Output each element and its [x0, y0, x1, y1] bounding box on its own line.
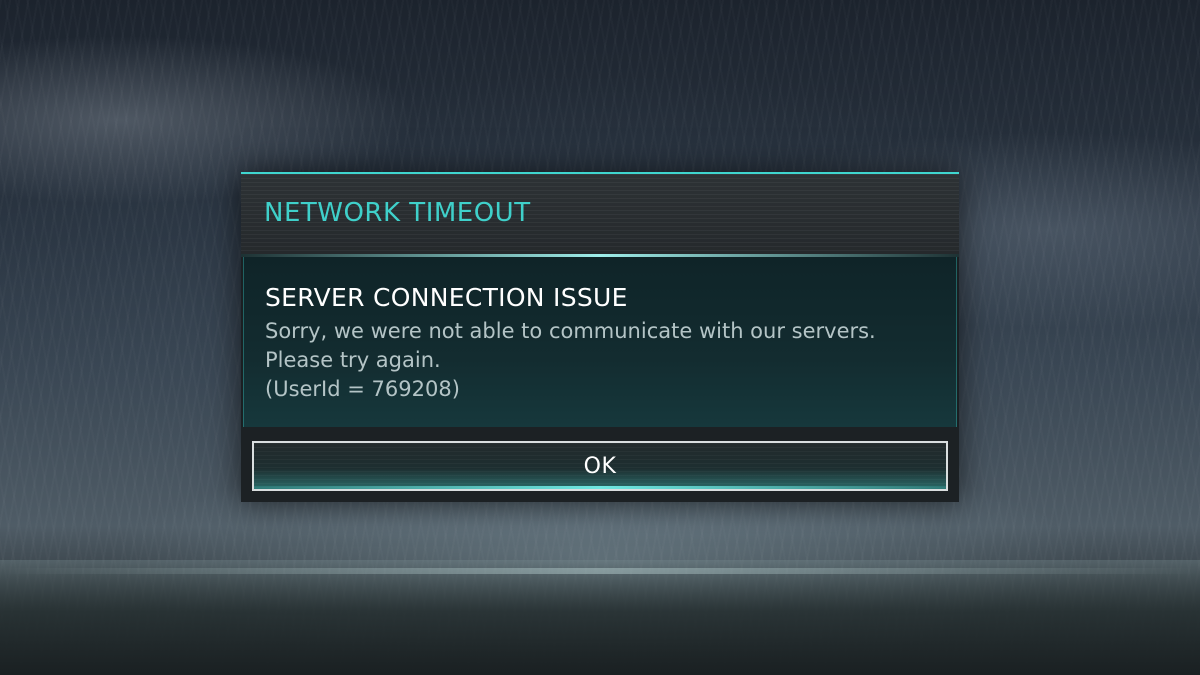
- error-message: Sorry, we were not able to communicate w…: [265, 319, 876, 372]
- ok-button-label: OK: [583, 454, 617, 479]
- dialog-body: SERVER CONNECTION ISSUE Sorry, we were n…: [243, 257, 957, 427]
- user-id-text: (UserId = 769208): [265, 377, 460, 401]
- dialog-footer: OK: [241, 427, 959, 502]
- error-heading: SERVER CONNECTION ISSUE: [265, 283, 628, 312]
- network-timeout-dialog: NETWORK TIMEOUT SERVER CONNECTION ISSUE …: [241, 172, 959, 502]
- ground-plane: [0, 560, 1200, 675]
- ok-button[interactable]: OK: [252, 441, 948, 491]
- dialog-title: NETWORK TIMEOUT: [264, 198, 531, 228]
- dialog-header: NETWORK TIMEOUT: [241, 174, 959, 254]
- ok-button-glow: [254, 486, 946, 489]
- horizon-glow: [0, 568, 1200, 574]
